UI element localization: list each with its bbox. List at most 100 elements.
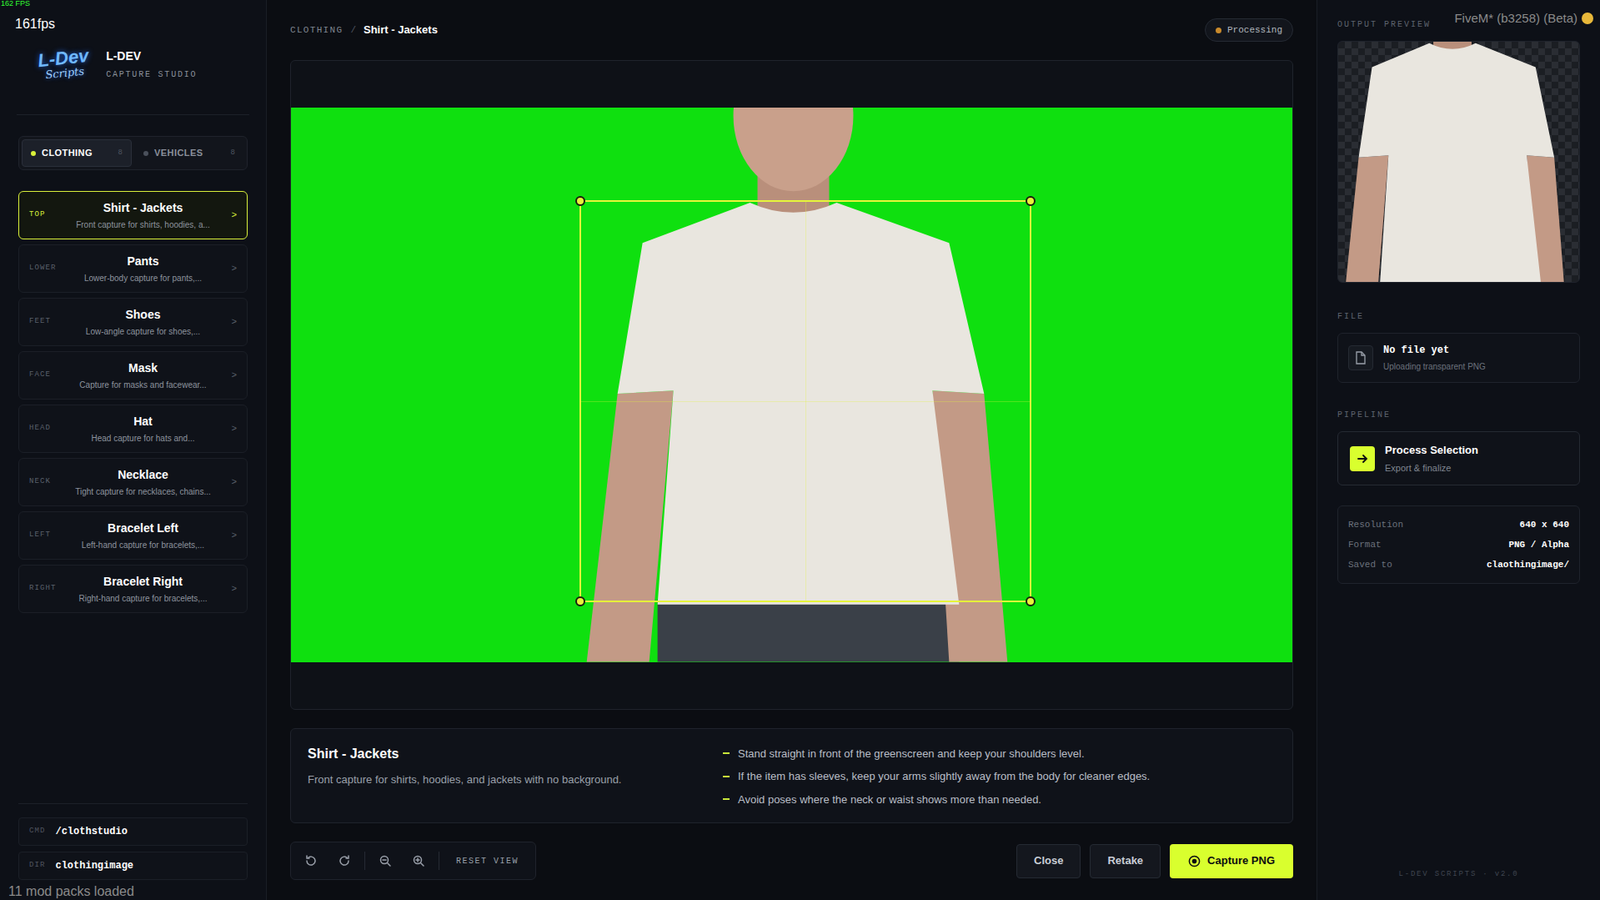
category-title: Shoes (125, 305, 161, 324)
file-title: No file yet (1383, 342, 1486, 358)
handle-icon[interactable] (575, 596, 586, 607)
breadcrumb-current: Shirt - Jackets (363, 21, 438, 39)
pipeline-label: PIPELINE (1337, 410, 1391, 420)
file-label: FILE (1337, 311, 1365, 322)
category-tag: HEAD (29, 422, 61, 435)
chevron-icon: > (225, 581, 237, 597)
file-icon (1348, 345, 1374, 371)
fps-counter: 161fps (15, 14, 56, 35)
mod-status: 11 mod packs loaded (8, 884, 135, 898)
spec-value: claothingimage/ (1486, 557, 1570, 572)
category-desc: Tight capture for necklaces, chains... (75, 485, 211, 498)
category-item[interactable]: LEFT Bracelet LeftLeft-hand capture for b… (18, 511, 248, 560)
handle-icon[interactable] (575, 195, 586, 206)
category-item[interactable]: LOWERPantsLower-body capture for pants,.… (18, 244, 248, 293)
fivem-icon (1581, 12, 1594, 25)
tip: Stand straight in front of the greenscre… (722, 745, 1276, 763)
category-desc: Capture for masks and facewear... (79, 378, 206, 392)
spec-label: Format (1348, 537, 1382, 552)
category-title: Bracelet Right (103, 572, 183, 591)
mode-dot-icon (30, 150, 36, 156)
brand-subtitle: CAPTURE STUDIO (105, 68, 197, 81)
category-item[interactable]: FACE MaskCapture for masks and facewear..… (18, 351, 248, 400)
chevron-icon: > (225, 528, 237, 543)
spec-row: Resolution 640 x 640 (1348, 514, 1570, 535)
tip-text: If the item has sleeves, keep your arms … (737, 767, 1150, 785)
right-panel: OUTPUT PREVIEWFILENo file yetUploading t… (1316, 0, 1600, 900)
spec-row: Format PNG / Alpha (1348, 534, 1570, 555)
breadcrumb: CLOTHING / Shirt - Jackets (290, 21, 438, 39)
brand-name: L-DEV (105, 47, 197, 66)
category-tag: NECK (29, 476, 61, 488)
info-title: Shirt - Jackets (307, 743, 723, 764)
handle-icon[interactable] (1025, 195, 1036, 206)
category-title: Pants (126, 252, 159, 271)
category-desc: Right-hand capture for bracelets,... (79, 591, 208, 605)
panel-footer: L-DEV SCRIPTS · v2.0 (1398, 869, 1519, 878)
category-item[interactable]: RIGHT Bracelet RightRight-hand capture fo… (18, 564, 248, 613)
category-item[interactable]: HEADHatHead capture for hats and...> (18, 404, 248, 453)
info-value: clothingimage (55, 857, 134, 873)
handle-icon[interactable] (1025, 596, 1036, 607)
category-desc: Front capture for shirts, hoodies, a... (75, 218, 211, 231)
spec-value: 640 x 640 (1519, 517, 1570, 532)
mode-tab[interactable]: VEHICLES8 (134, 139, 245, 167)
sidebar-info-row: DIRclothingimage (18, 851, 248, 880)
spec-card: Resolution 640 x 640 Format PNG / Alpha Save… (1337, 505, 1580, 584)
selection-box[interactable] (579, 200, 1032, 602)
dash-icon (722, 775, 730, 778)
category-tag: RIGHT (29, 582, 61, 595)
chevron-icon: > (225, 208, 237, 223)
sidebar: L-DevScripts L-DEV CAPTURE STUDIO CLOTHING 8… (0, 0, 267, 900)
action-button[interactable]: Retake (1089, 843, 1161, 878)
pipeline-title: Process Selection (1384, 441, 1479, 459)
dash-icon (722, 752, 730, 754)
zoom-out-icon[interactable] (371, 847, 399, 874)
action-button[interactable]: Close (1016, 843, 1081, 878)
pipeline-subtitle: Export & finalize (1384, 461, 1479, 476)
category-desc: Left-hand capture for bracelets,... (81, 538, 205, 552)
category-item[interactable]: TOPShirt - JacketsFront capture for shir… (18, 190, 248, 240)
category-tag: LEFT (29, 529, 61, 542)
category-tag: FEET (29, 315, 61, 328)
chevron-icon: > (225, 475, 237, 490)
category-tag: FACE (29, 369, 61, 382)
brand-logo: L-DevScripts (36, 46, 91, 81)
tips-list: Stand straight in front of the greenscre… (722, 743, 1276, 808)
mode-tab-count: 8 (118, 147, 123, 160)
rotate-right-icon[interactable] (331, 847, 358, 874)
spec-value: PNG / Alpha (1508, 537, 1570, 552)
chevron-icon: > (225, 261, 237, 276)
category-title: Hat (133, 412, 153, 431)
category-list: TOPShirt - JacketsFront capture for shir… (18, 190, 248, 613)
info-card: Shirt - Jackets Front capture for shirts,… (290, 727, 1294, 824)
dash-icon (722, 797, 730, 800)
zoom-in-icon[interactable] (405, 847, 432, 874)
spec-label: Saved to (1348, 557, 1393, 572)
mode-tab-count: 8 (230, 147, 236, 160)
capture-viewport[interactable] (290, 60, 1294, 710)
button-label: Retake (1107, 852, 1144, 869)
tip-text: Stand straight in front of the greenscre… (737, 745, 1085, 763)
category-item[interactable]: FEET ShoesLow-angle capture for shoes,...… (18, 297, 248, 347)
process-selection-button[interactable]: Process Selection Export & finalize (1337, 431, 1580, 486)
category-item[interactable]: NECKNecklaceTight capture for necklaces,… (18, 457, 248, 507)
button-label: Close (1033, 852, 1064, 869)
chevron-icon: > (225, 421, 237, 437)
mode-tab[interactable]: CLOTHING 8 (21, 139, 132, 167)
reset-view-button[interactable]: RESET VIEW (446, 854, 529, 868)
category-title: Mask (128, 359, 158, 377)
chevron-icon: > (225, 368, 237, 383)
rotate-left-icon[interactable] (297, 847, 325, 874)
capture-frame (1338, 41, 1580, 282)
category-desc: Low-angle capture for shoes,... (85, 325, 201, 338)
info-desc: Front capture for shirts, hoodies, and j… (307, 771, 723, 788)
record-icon (1188, 854, 1201, 868)
category-title: Bracelet Left (107, 519, 179, 537)
mode-tab-label: CLOTHING (41, 145, 93, 161)
capture-button[interactable]: Capture PNG (1169, 843, 1294, 878)
spec-label: Resolution (1348, 517, 1404, 532)
breadcrumb-separator: / (350, 23, 357, 38)
category-tag: TOP (29, 209, 61, 221)
breadcrumb-section[interactable]: CLOTHING (290, 23, 343, 38)
